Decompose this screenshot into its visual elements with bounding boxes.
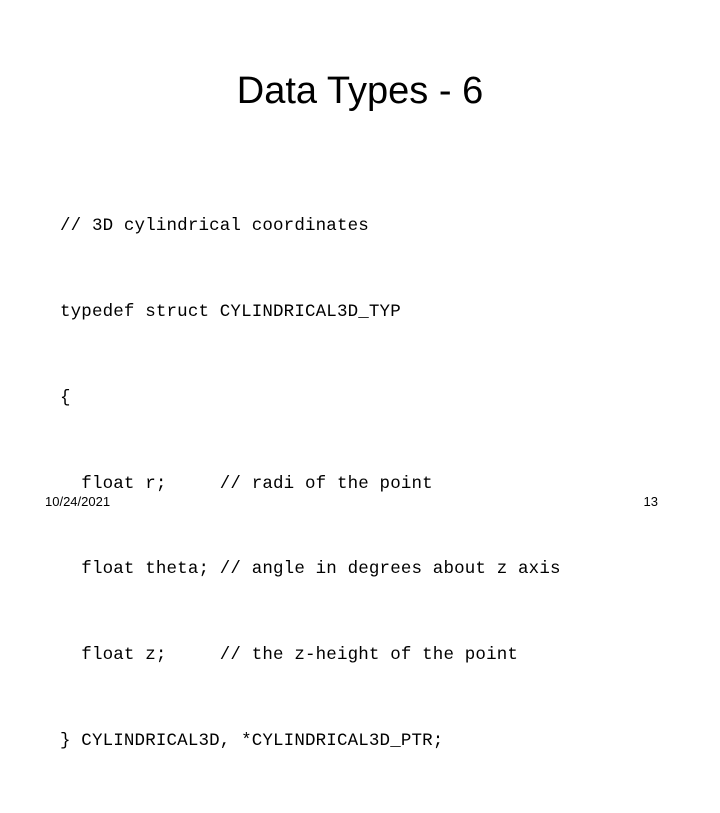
code-line: float theta; // angle in degrees about z… [60,559,561,580]
code-line: { [60,387,71,408]
code-line: float r; // radi of the point [60,473,433,494]
footer-page-number: 13 [643,494,658,509]
code-line: // 3D cylindrical coordinates [60,216,369,237]
footer-date: 10/24/2021 [45,494,111,509]
code-block: // 3D cylindrical coordinates typedef st… [60,155,680,813]
code-line: } CYLINDRICAL3D, *CYLINDRICAL3D_PTR; [60,730,444,751]
slide: Data Types - 6 // 3D cylindrical coordin… [0,0,720,751]
code-line: typedef struct CYLINDRICAL3D_TYP [60,301,401,322]
code-line: float z; // the z-height of the point [60,645,519,666]
page-title: Data Types - 6 [236,70,484,112]
